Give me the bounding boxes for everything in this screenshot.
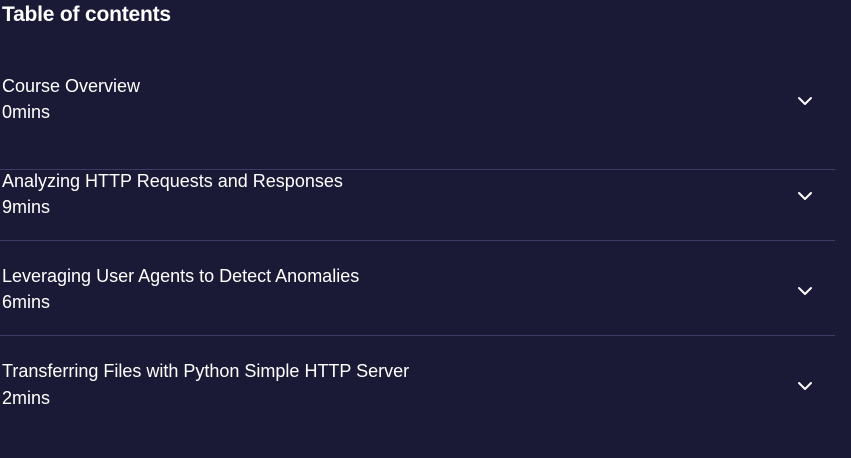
chevron-down-icon[interactable] bbox=[796, 187, 814, 205]
module-duration: 0mins bbox=[2, 102, 51, 122]
module-title: Course Overview bbox=[2, 76, 141, 96]
module-title: Transferring Files with Python Simple HT… bbox=[2, 361, 410, 381]
module-duration: 2mins bbox=[2, 388, 51, 408]
module-item-user-agents[interactable]: Leveraging User Agents to Detect Anomali… bbox=[0, 241, 835, 336]
toc-heading: Table of contents bbox=[2, 3, 171, 26]
module-item-transferring-files[interactable]: Transferring Files with Python Simple HT… bbox=[0, 336, 835, 431]
module-duration: 9mins bbox=[2, 197, 51, 217]
chevron-down-icon[interactable] bbox=[796, 282, 814, 300]
chevron-down-icon[interactable] bbox=[796, 92, 814, 110]
module-item-analyzing-http[interactable]: Analyzing HTTP Requests and Responses 9m… bbox=[0, 146, 835, 241]
module-title: Leveraging User Agents to Detect Anomali… bbox=[2, 266, 360, 286]
module-duration: 6mins bbox=[2, 292, 51, 312]
table-of-contents: Table of contents Course Overview 0mins … bbox=[0, 0, 851, 458]
chevron-down-icon[interactable] bbox=[796, 377, 814, 395]
module-title: Analyzing HTTP Requests and Responses bbox=[2, 171, 343, 191]
